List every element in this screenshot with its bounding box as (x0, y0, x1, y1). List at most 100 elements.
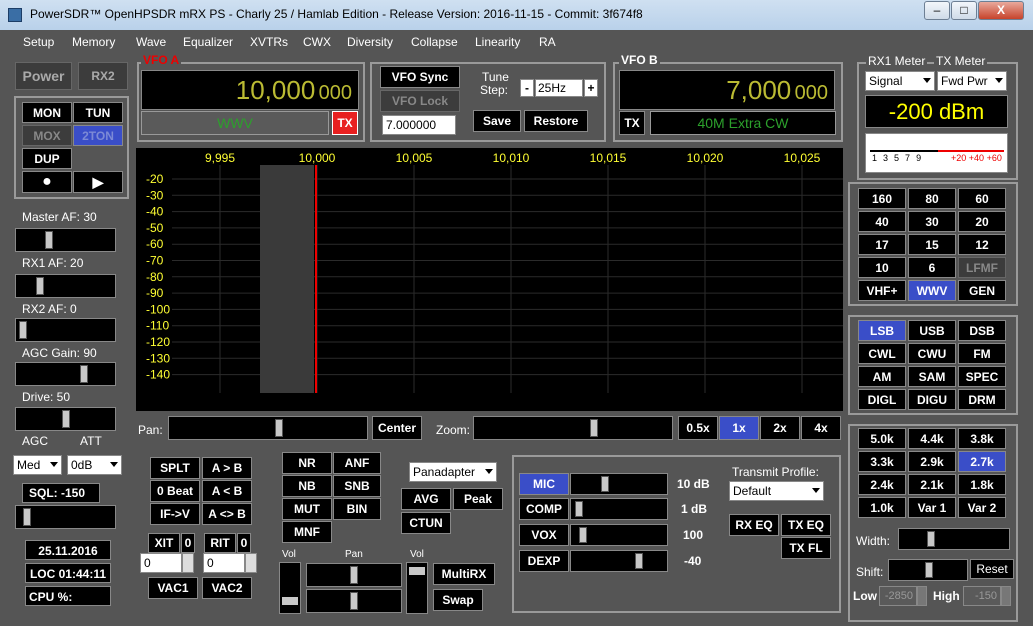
slider-thumb[interactable] (925, 562, 933, 578)
slider-thumb[interactable] (601, 476, 609, 492)
slider-thumb[interactable] (409, 567, 425, 575)
menu-collapse[interactable]: Collapse (411, 35, 458, 49)
mic-slider[interactable] (570, 473, 668, 495)
rx2-vol-slider[interactable] (406, 562, 428, 614)
menu-xvtrs[interactable]: XVTRs (250, 35, 288, 49)
vfo-a-tx-button[interactable]: TX (332, 111, 358, 135)
mode-dsb-button[interactable]: DSB (958, 320, 1006, 341)
tx-eq-button[interactable]: TX EQ (781, 514, 831, 536)
tun-button[interactable]: TUN (73, 102, 123, 123)
rx2-af-slider[interactable] (15, 318, 116, 342)
mode-lsb-button[interactable]: LSB (858, 320, 906, 341)
display-mode-select[interactable]: Panadapter (409, 462, 497, 482)
vfo-a-frequency[interactable]: 10,000 000 (141, 70, 359, 110)
mon-button[interactable]: MON (22, 102, 72, 123)
band-10-button[interactable]: 10 (858, 257, 906, 278)
ctun-button[interactable]: CTUN (401, 512, 451, 534)
menu-linearity[interactable]: Linearity (475, 35, 520, 49)
filter-1-8k-button[interactable]: 1.8k (958, 474, 1006, 495)
att-select[interactable]: 0dB (67, 455, 122, 475)
squelch-button[interactable]: SQL: -150 (22, 483, 100, 503)
swap-ab-button[interactable]: A <> B (202, 503, 252, 525)
pan-slider[interactable] (168, 416, 368, 440)
slider-thumb[interactable] (36, 277, 44, 295)
slider-thumb[interactable] (19, 321, 27, 339)
mode-digu-button[interactable]: DIGU (908, 389, 956, 410)
band-lfmf-button[interactable]: LFMF (958, 257, 1006, 278)
avg-button[interactable]: AVG (401, 488, 451, 510)
band-80-button[interactable]: 80 (908, 188, 956, 209)
filter-width-slider[interactable] (898, 528, 1010, 550)
mox-button[interactable]: MOX (22, 125, 72, 146)
dexp-slider[interactable] (570, 550, 668, 572)
zoom-2x-button[interactable]: 2x (760, 416, 800, 440)
anf-button[interactable]: ANF (333, 452, 381, 474)
vfo-sync-button[interactable]: VFO Sync (380, 66, 460, 88)
filter-low-field[interactable]: -2850 (879, 586, 917, 606)
rx-meter-select[interactable]: Signal (865, 71, 935, 91)
panadapter-svg[interactable]: 9,995 10,000 10,005 10,010 10,015 10,020 10,02… (136, 148, 843, 408)
filter-2-7k-button[interactable]: 2.7k (958, 451, 1006, 472)
squelch-slider[interactable] (15, 505, 116, 529)
peak-button[interactable]: Peak (453, 488, 503, 510)
menu-memory[interactable]: Memory (72, 35, 115, 49)
band-20-button[interactable]: 20 (958, 211, 1006, 232)
slider-thumb[interactable] (44, 231, 53, 249)
band-15-button[interactable]: 15 (908, 234, 956, 255)
center-button[interactable]: Center (372, 416, 422, 440)
mic-button[interactable]: MIC (519, 473, 569, 495)
filter-high-field[interactable]: -150 (963, 586, 1001, 606)
vfo-b-frequency[interactable]: 7,000 000 (619, 70, 835, 110)
filter-passband[interactable] (260, 165, 314, 393)
if-to-v-button[interactable]: IF->V (150, 503, 200, 525)
slider-thumb[interactable] (275, 419, 283, 437)
mute-button[interactable]: MUT (282, 498, 332, 520)
slider-thumb[interactable] (590, 419, 598, 437)
dexp-button[interactable]: DEXP (519, 550, 569, 572)
two-tone-button[interactable]: 2TON (73, 125, 123, 146)
filter-var-1-button[interactable]: Var 1 (908, 497, 956, 518)
menu-cwx[interactable]: CWX (303, 35, 331, 49)
panadapter-display[interactable]: 9,995 10,000 10,005 10,010 10,015 10,020 10,02… (136, 148, 843, 408)
mode-digl-button[interactable]: DIGL (858, 389, 906, 410)
filter-2-4k-button[interactable]: 2.4k (858, 474, 906, 495)
save-button[interactable]: Save (473, 110, 521, 132)
zoom-slider[interactable] (473, 416, 673, 440)
slider-thumb[interactable] (579, 527, 587, 543)
rx2-pan-slider[interactable] (306, 589, 402, 613)
record-button[interactable]: ● (22, 171, 72, 193)
rx1-pan-slider[interactable] (306, 563, 402, 587)
rit-spinner[interactable] (245, 553, 257, 573)
mode-sam-button[interactable]: SAM (908, 366, 956, 387)
vox-slider[interactable] (570, 524, 668, 546)
filter-5-0k-button[interactable]: 5.0k (858, 428, 906, 449)
agc-select[interactable]: Med (13, 455, 62, 475)
band-gen-button[interactable]: GEN (958, 280, 1006, 301)
play-button[interactable]: ▶ (73, 171, 123, 193)
maximize-button[interactable]: □ (951, 1, 977, 20)
filter-var-2-button[interactable]: Var 2 (958, 497, 1006, 518)
mode-cwl-button[interactable]: CWL (858, 343, 906, 364)
minimize-button[interactable]: – (924, 1, 950, 20)
transmit-profile-select[interactable]: Default (729, 481, 824, 501)
vfo-lock-button[interactable]: VFO Lock (380, 90, 460, 112)
a-to-b-button[interactable]: A > B (202, 457, 252, 479)
drive-slider[interactable] (15, 407, 116, 431)
vac2-button[interactable]: VAC2 (202, 577, 252, 599)
band-12-button[interactable]: 12 (958, 234, 1006, 255)
vfo-freq-input[interactable]: 7.000000 (382, 115, 456, 135)
tx-meter-select[interactable]: Fwd Pwr (937, 71, 1007, 91)
slider-thumb[interactable] (282, 597, 298, 605)
rx1-vol-slider[interactable] (279, 562, 301, 614)
power-button[interactable]: Power (15, 62, 72, 90)
zero-beat-button[interactable]: 0 Beat (150, 480, 200, 502)
menu-ra[interactable]: RA (539, 35, 556, 49)
zoom-1x-button[interactable]: 1x (719, 416, 759, 440)
step-plus-button[interactable]: + (584, 79, 598, 97)
rit-offset-field[interactable]: 0 (203, 553, 245, 573)
xit-button[interactable]: XIT (148, 533, 180, 553)
band-60-button[interactable]: 60 (958, 188, 1006, 209)
dup-button[interactable]: DUP (22, 148, 72, 169)
mode-drm-button[interactable]: DRM (958, 389, 1006, 410)
filter-1-0k-button[interactable]: 1.0k (858, 497, 906, 518)
